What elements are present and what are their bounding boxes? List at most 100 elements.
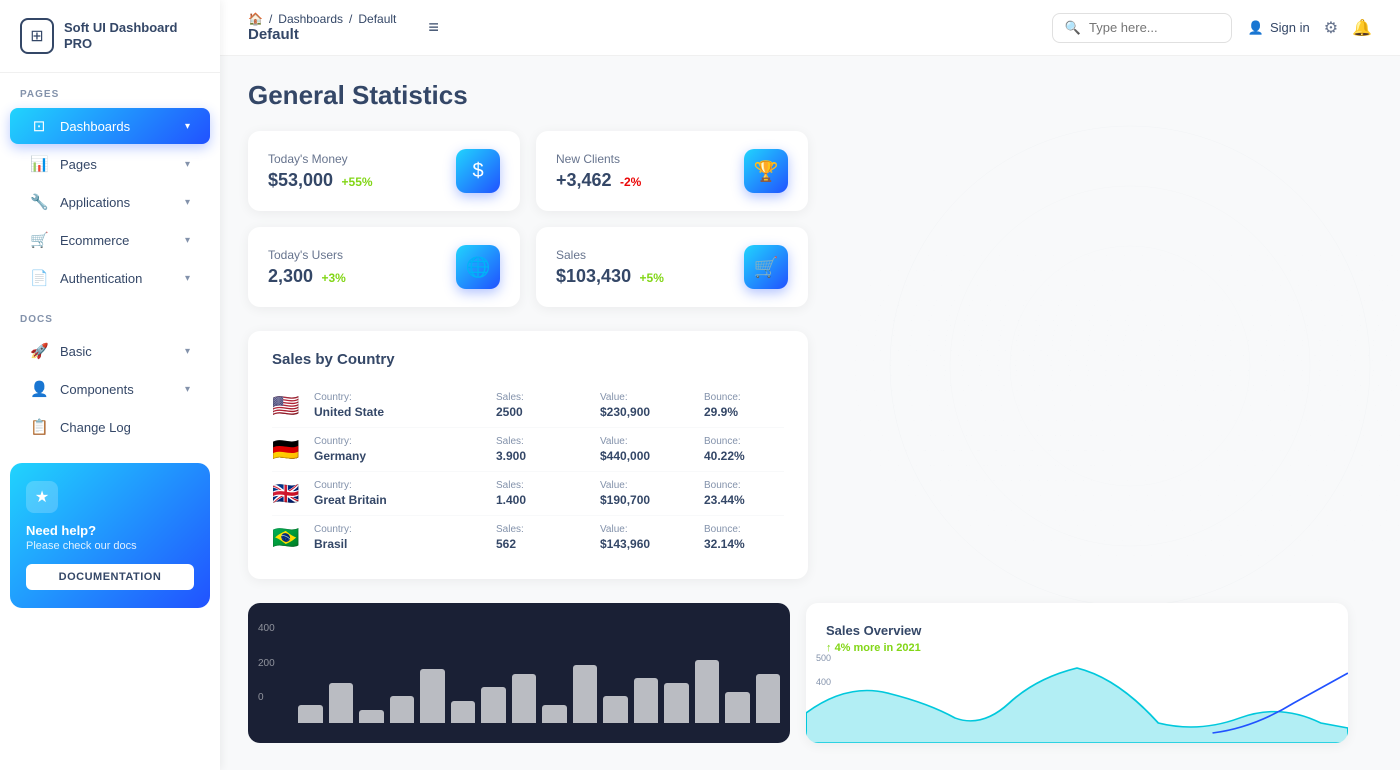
country-name-col-0: Country: United State [314, 392, 484, 419]
search-icon: 🔍 [1065, 20, 1081, 36]
logo-text: Soft UI Dashboard PRO [64, 20, 200, 51]
country-flag-0: 🇺🇸 [272, 393, 302, 419]
svg-text:· · · · · · · · · · · · · · ·: · · · · · · · · · · · · · · · · · · · · … [910, 253, 1400, 257]
country-flag-1: 🇩🇪 [272, 437, 302, 463]
logo-icon: ⊞ [20, 18, 54, 54]
sidebar-item-components[interactable]: 👤 Components ▾ [10, 371, 210, 407]
bar-3 [390, 696, 415, 723]
country-sales-2: Sales: 1.400 [496, 480, 576, 507]
svg-text:· · · · · · · · · · · · · · ·: · · · · · · · · · · · · · · · · · · · · … [880, 463, 1400, 467]
country-bounce-2: Bounce: 23.44% [704, 480, 784, 507]
stat-icon-0: $ [456, 149, 500, 193]
documentation-button[interactable]: DOCUMENTATION [26, 564, 194, 590]
bar-5 [451, 701, 476, 724]
chevron-basic: ▾ [185, 346, 190, 357]
stats-grid: Today's Money $53,000 +55% $ New Clients… [248, 131, 808, 307]
stat-icon-3: 🛒 [744, 245, 788, 289]
sidebar-label-pages: Pages [60, 157, 173, 172]
bar-14 [725, 692, 750, 724]
country-data-2: Sales: 1.400 Value: $190,700 Bounce: 23.… [496, 480, 784, 507]
svg-text:· · · · · · · · · · · · · · ·: · · · · · · · · · · · · · · · [875, 333, 1134, 337]
country-row-0: 🇺🇸 Country: United State Sales: 2500 Val… [272, 384, 784, 428]
basic-icon: 🚀 [30, 342, 48, 360]
sidebar-item-basic[interactable]: 🚀 Basic ▾ [10, 333, 210, 369]
svg-text:· · · · · · · · · · · · · · ·: · · · · · · · · · · · · · · · [875, 318, 1134, 322]
sidebar-item-changelog[interactable]: 📋 Change Log [10, 409, 210, 445]
overview-title: Sales Overview [826, 623, 1328, 638]
bar-12 [664, 683, 689, 724]
svg-text:· · · · · · · · · · · · · · ·: · · · · · · · · · · · · · · · · · · · · … [860, 418, 1400, 422]
stat-icon-2: 🌐 [456, 245, 500, 289]
pages-icon: 📊 [30, 155, 48, 173]
globe-decoration: // This generates dots in a globe patter… [820, 56, 1400, 686]
help-subtitle: Please check our docs [26, 540, 194, 552]
help-star-icon: ★ [26, 481, 58, 513]
country-header-3: Country: [314, 524, 484, 535]
home-icon[interactable]: 🏠 [248, 12, 263, 26]
stat-value-row-0: $53,000 +55% [268, 170, 373, 191]
bar-15 [756, 674, 781, 724]
chevron-pages: ▾ [185, 159, 190, 170]
country-sales-1: Sales: 3.900 [496, 436, 576, 463]
stat-change-2: +3% [322, 271, 346, 285]
topbar-actions: 👤 Sign in ⚙ 🔔 [1248, 18, 1372, 38]
sidebar-label-dashboards: Dashboards [60, 119, 173, 134]
sidebar-item-applications[interactable]: 🔧 Applications ▾ [10, 184, 210, 220]
country-data-0: Sales: 2500 Value: $230,900 Bounce: 29.9… [496, 392, 784, 419]
sidebar-item-pages[interactable]: 📊 Pages ▾ [10, 146, 210, 182]
chevron-authentication: ▾ [185, 273, 190, 284]
page-title: General Statistics [248, 80, 1372, 111]
svg-text:· · · · · · · · · · · · · · ·: · · · · · · · · · · · · · · · · · · · · … [940, 508, 1400, 512]
signin-button[interactable]: 👤 Sign in [1248, 20, 1310, 36]
country-name-2: Great Britain [314, 493, 484, 507]
svg-text:· · · · · · · · · · · · ·: · · · · · · · · · · · · · [880, 303, 1103, 307]
country-row-2: 🇬🇧 Country: Great Britain Sales: 1.400 V… [272, 472, 784, 516]
country-name-col-3: Country: Brasil [314, 524, 484, 551]
stat-label-2: Today's Users [268, 248, 346, 262]
svg-text:· · · · · · · · · · · · · · ·: · · · · · · · · · · · · · · · · · · · · … [865, 298, 1400, 302]
country-value-2: Value: $190,700 [600, 480, 680, 507]
sidebar-item-dashboards[interactable]: ⊡ Dashboards ▾ [10, 108, 210, 144]
sidebar: ⊞ Soft UI Dashboard PRO PAGES ⊡ Dashboar… [0, 0, 220, 770]
gear-icon[interactable]: ⚙ [1324, 18, 1338, 38]
stat-label-1: New Clients [556, 152, 641, 166]
mini-chart [806, 663, 1348, 743]
svg-text:· · · · · · · · · · · · · · ·: · · · · · · · · · · · · · · · · · · · · … [950, 383, 1400, 387]
sidebar-item-authentication[interactable]: 📄 Authentication ▾ [10, 260, 210, 296]
search-input[interactable] [1089, 20, 1219, 35]
bar-chart-bars [298, 633, 780, 723]
menu-icon[interactable]: ≡ [428, 17, 439, 38]
bar-label-400: 400 [258, 623, 275, 634]
country-sales-3: Sales: 562 [496, 524, 576, 551]
stat-card-2: Today's Users 2,300 +3% 🌐 [248, 227, 520, 307]
svg-text:· · · · · · · · · · · · · ·: · · · · · · · · · · · · · · [1080, 553, 1321, 557]
svg-text:· · · · · · · · · · · · · · ·: · · · · · · · · · · · · · · · · · · · · … [870, 283, 1400, 287]
sales-country-card: Sales by Country 🇺🇸 Country: United Stat… [248, 331, 808, 579]
breadcrumb-sep1: / [269, 12, 272, 26]
svg-text:· · · · · · · · · ·: · · · · · · · · · · [930, 463, 1100, 467]
svg-text:· · · · · · · · · · · · · · ·: · · · · · · · · · · · · · · · · · · · · … [945, 338, 1400, 342]
svg-text:· · · · · · · · · ·: · · · · · · · · · · [930, 433, 1100, 437]
bottom-row: 400 200 0 Sales Overview ↑ 4% more in 20… [248, 603, 1348, 743]
country-value-0: Value: $230,900 [600, 392, 680, 419]
country-data-1: Sales: 3.900 Value: $440,000 Bounce: 40.… [496, 436, 784, 463]
main-area: 🏠 / Dashboards / Default Default ≡ 🔍 👤 S… [220, 0, 1400, 770]
svg-text:· · · · · · · · · · · · · · ·: · · · · · · · · · · · · · · · · · · · · … [940, 353, 1400, 357]
bar-1 [329, 683, 354, 724]
bar-chart-card: 400 200 0 [248, 603, 790, 743]
help-card: ★ Need help? Please check our docs DOCUM… [10, 463, 210, 608]
bar-8 [542, 705, 567, 723]
country-bounce-0: Bounce: 29.9% [704, 392, 784, 419]
sales-country-title: Sales by Country [272, 351, 784, 368]
search-box[interactable]: 🔍 [1052, 13, 1232, 43]
svg-text:· · · · · · · · · · · · · · ·: · · · · · · · · · · · · · · · · · · · · … [858, 328, 1400, 332]
country-row-1: 🇩🇪 Country: Germany Sales: 3.900 Value: … [272, 428, 784, 472]
bar-label-200: 200 [258, 658, 275, 669]
country-value-1: Value: $440,000 [600, 436, 680, 463]
stat-value-3: $103,430 [556, 266, 631, 286]
stat-value-row-3: $103,430 +5% [556, 266, 664, 287]
breadcrumb-dashboards[interactable]: Dashboards [278, 12, 343, 26]
bell-icon[interactable]: 🔔 [1352, 18, 1372, 38]
sidebar-item-ecommerce[interactable]: 🛒 Ecommerce ▾ [10, 222, 210, 258]
chevron-components: ▾ [185, 384, 190, 395]
